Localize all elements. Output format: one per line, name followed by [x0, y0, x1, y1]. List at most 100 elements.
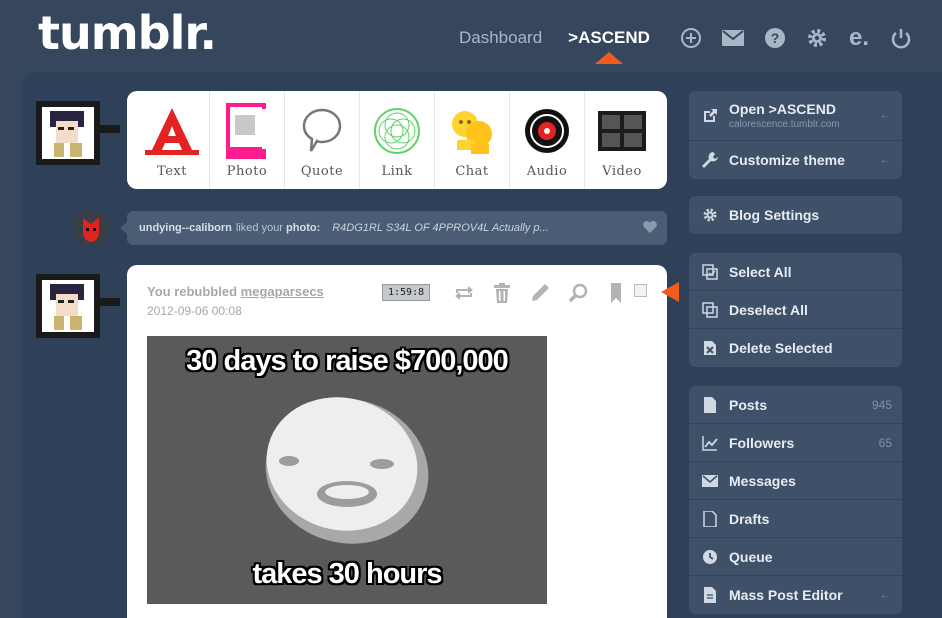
time-badge: 1:59:8: [382, 284, 431, 301]
sidebar-item-messages[interactable]: Messages: [689, 462, 902, 500]
gear-icon[interactable]: [804, 26, 830, 50]
sidebar-item-mass-post-editor[interactable]: Mass Post Editor ←: [689, 576, 902, 614]
svg-text:e.: e.: [849, 27, 869, 49]
sidebar-item-label: Blog Settings: [729, 207, 820, 223]
delete-selected-icon: [701, 339, 719, 357]
sidebar-item-label: Mass Post Editor: [729, 587, 843, 603]
posts-count: 945: [871, 397, 892, 412]
chart-icon: [701, 434, 719, 452]
post-type-label: Photo: [226, 164, 268, 179]
notification-object[interactable]: photo:: [286, 222, 320, 234]
quote-icon: [300, 104, 344, 158]
sidebar-stats-group: Posts 945 Followers 65 Messages Drafts Q…: [689, 386, 902, 614]
help-icon[interactable]: ?: [762, 26, 788, 50]
mail-icon: [701, 472, 719, 490]
post-header: You rebubbled megaparsecs: [147, 284, 324, 299]
notification-action: liked your: [235, 222, 283, 234]
avatar[interactable]: [30, 268, 120, 344]
post-image[interactable]: 30 days to raise $700,000 takes 30 hours: [147, 336, 547, 604]
bookmark-icon[interactable]: [597, 281, 635, 305]
audio-icon: [523, 104, 571, 158]
mail-icon[interactable]: [720, 26, 746, 50]
arrow-left-icon: ←: [880, 589, 890, 601]
sidebar-item-label: Messages: [729, 472, 796, 489]
edit-icon[interactable]: [521, 281, 559, 305]
post-type-bar: Text Photo Quote Link Chat Audio Video: [127, 91, 667, 189]
reblog-icon[interactable]: [445, 281, 483, 305]
post-pointer-arrow: [661, 282, 679, 302]
e-icon[interactable]: e.: [846, 26, 872, 50]
photo-icon: [224, 103, 270, 159]
avatar[interactable]: [30, 95, 120, 171]
meme-bottom-text: takes 30 hours: [252, 558, 442, 590]
heart-icon: [643, 221, 657, 236]
post-type-photo[interactable]: Photo: [210, 91, 285, 189]
post-type-quote[interactable]: Quote: [285, 91, 360, 189]
post-type-label: Link: [381, 164, 413, 179]
video-icon: [597, 104, 647, 158]
post-date: 2012-09-06 00:08: [147, 304, 242, 318]
sidebar-selection-group: Select All Deselect All Delete Selected: [689, 253, 902, 367]
sidebar-item-label: Posts: [729, 396, 768, 413]
post-type-chat[interactable]: Chat: [435, 91, 510, 189]
post-select-checkbox[interactable]: [634, 284, 647, 297]
gear-icon: [701, 206, 719, 224]
sidebar-item-label: Open >ASCEND: [729, 101, 836, 117]
post-type-label: Audio: [526, 164, 568, 179]
nav-ascend[interactable]: >ASCEND: [568, 28, 650, 48]
main-nav: Dashboard >ASCEND ? e.: [459, 26, 922, 50]
sidebar-item-label: Deselect All: [729, 301, 808, 318]
sidebar-item-queue[interactable]: Queue: [689, 538, 902, 576]
post-type-label: Chat: [455, 164, 489, 179]
sidebar-blog-group: Open >ASCEND calorescence.tumblr.com ← C…: [689, 91, 902, 179]
meme-top-text: 30 days to raise $700,000: [186, 345, 509, 377]
blog-url: calorescence.tumblr.com: [729, 119, 840, 130]
sidebar-item-select-all[interactable]: Select All: [689, 253, 902, 291]
document-icon: [701, 586, 719, 604]
arrow-left-icon: ←: [880, 154, 890, 166]
post-type-label: Video: [602, 164, 642, 179]
sidebar-item-label: Drafts: [729, 510, 770, 527]
sidebar-item-drafts[interactable]: Drafts: [689, 500, 902, 538]
deselect-all-icon: [701, 301, 719, 319]
post-type-audio[interactable]: Audio: [510, 91, 585, 189]
sidebar-item-open-blog[interactable]: Open >ASCEND calorescence.tumblr.com ←: [689, 91, 902, 141]
power-icon[interactable]: [888, 26, 914, 50]
delete-icon[interactable]: [483, 281, 521, 305]
sidebar-item-followers[interactable]: Followers 65: [689, 424, 902, 462]
post-controls: [445, 281, 635, 305]
active-tab-indicator: [595, 52, 623, 64]
post-type-video[interactable]: Video: [585, 91, 659, 189]
sidebar-settings-group: Blog Settings: [689, 196, 902, 234]
link-icon: [372, 104, 422, 158]
sidebar-item-label: Select All: [729, 263, 792, 280]
select-all-icon: [701, 263, 719, 281]
notification-quote: R4DG1RL S34L OF 4PPROV4L Actually p...: [332, 222, 549, 234]
svg-text:?: ?: [771, 30, 780, 46]
sidebar-item-customize-theme[interactable]: Customize theme ←: [689, 141, 902, 179]
sidebar-item-deselect-all[interactable]: Deselect All: [689, 291, 902, 329]
notification-user[interactable]: undying--caliborn: [139, 222, 232, 234]
post-type-label: Text: [157, 164, 187, 179]
document-icon: [701, 396, 719, 414]
sidebar-item-blog-settings[interactable]: Blog Settings: [689, 196, 902, 234]
notification-avatar[interactable]: [73, 210, 109, 246]
sidebar-item-posts[interactable]: Posts 945: [689, 386, 902, 424]
post-type-link[interactable]: Link: [360, 91, 435, 189]
search-icon[interactable]: [559, 281, 597, 305]
post-type-label: Quote: [300, 164, 344, 179]
sidebar-item-label: Queue: [729, 548, 773, 565]
sidebar-item-delete-selected[interactable]: Delete Selected: [689, 329, 902, 367]
tumblr-logo[interactable]: tumblr.: [38, 6, 217, 60]
post-type-text[interactable]: Text: [135, 91, 210, 189]
external-link-icon: [701, 107, 719, 125]
nav-dashboard[interactable]: Dashboard: [459, 28, 542, 48]
plus-circle-icon[interactable]: [678, 26, 704, 50]
post-header-prefix: You rebubbled: [147, 284, 238, 299]
like-notification[interactable]: undying--caliborn liked your photo: R4DG…: [127, 211, 667, 245]
chat-icon: [447, 104, 497, 158]
clock-icon: [701, 548, 719, 566]
source-user-link[interactable]: megaparsecs: [241, 284, 324, 299]
notification-pointer: [120, 222, 127, 234]
document-icon: [701, 510, 719, 528]
